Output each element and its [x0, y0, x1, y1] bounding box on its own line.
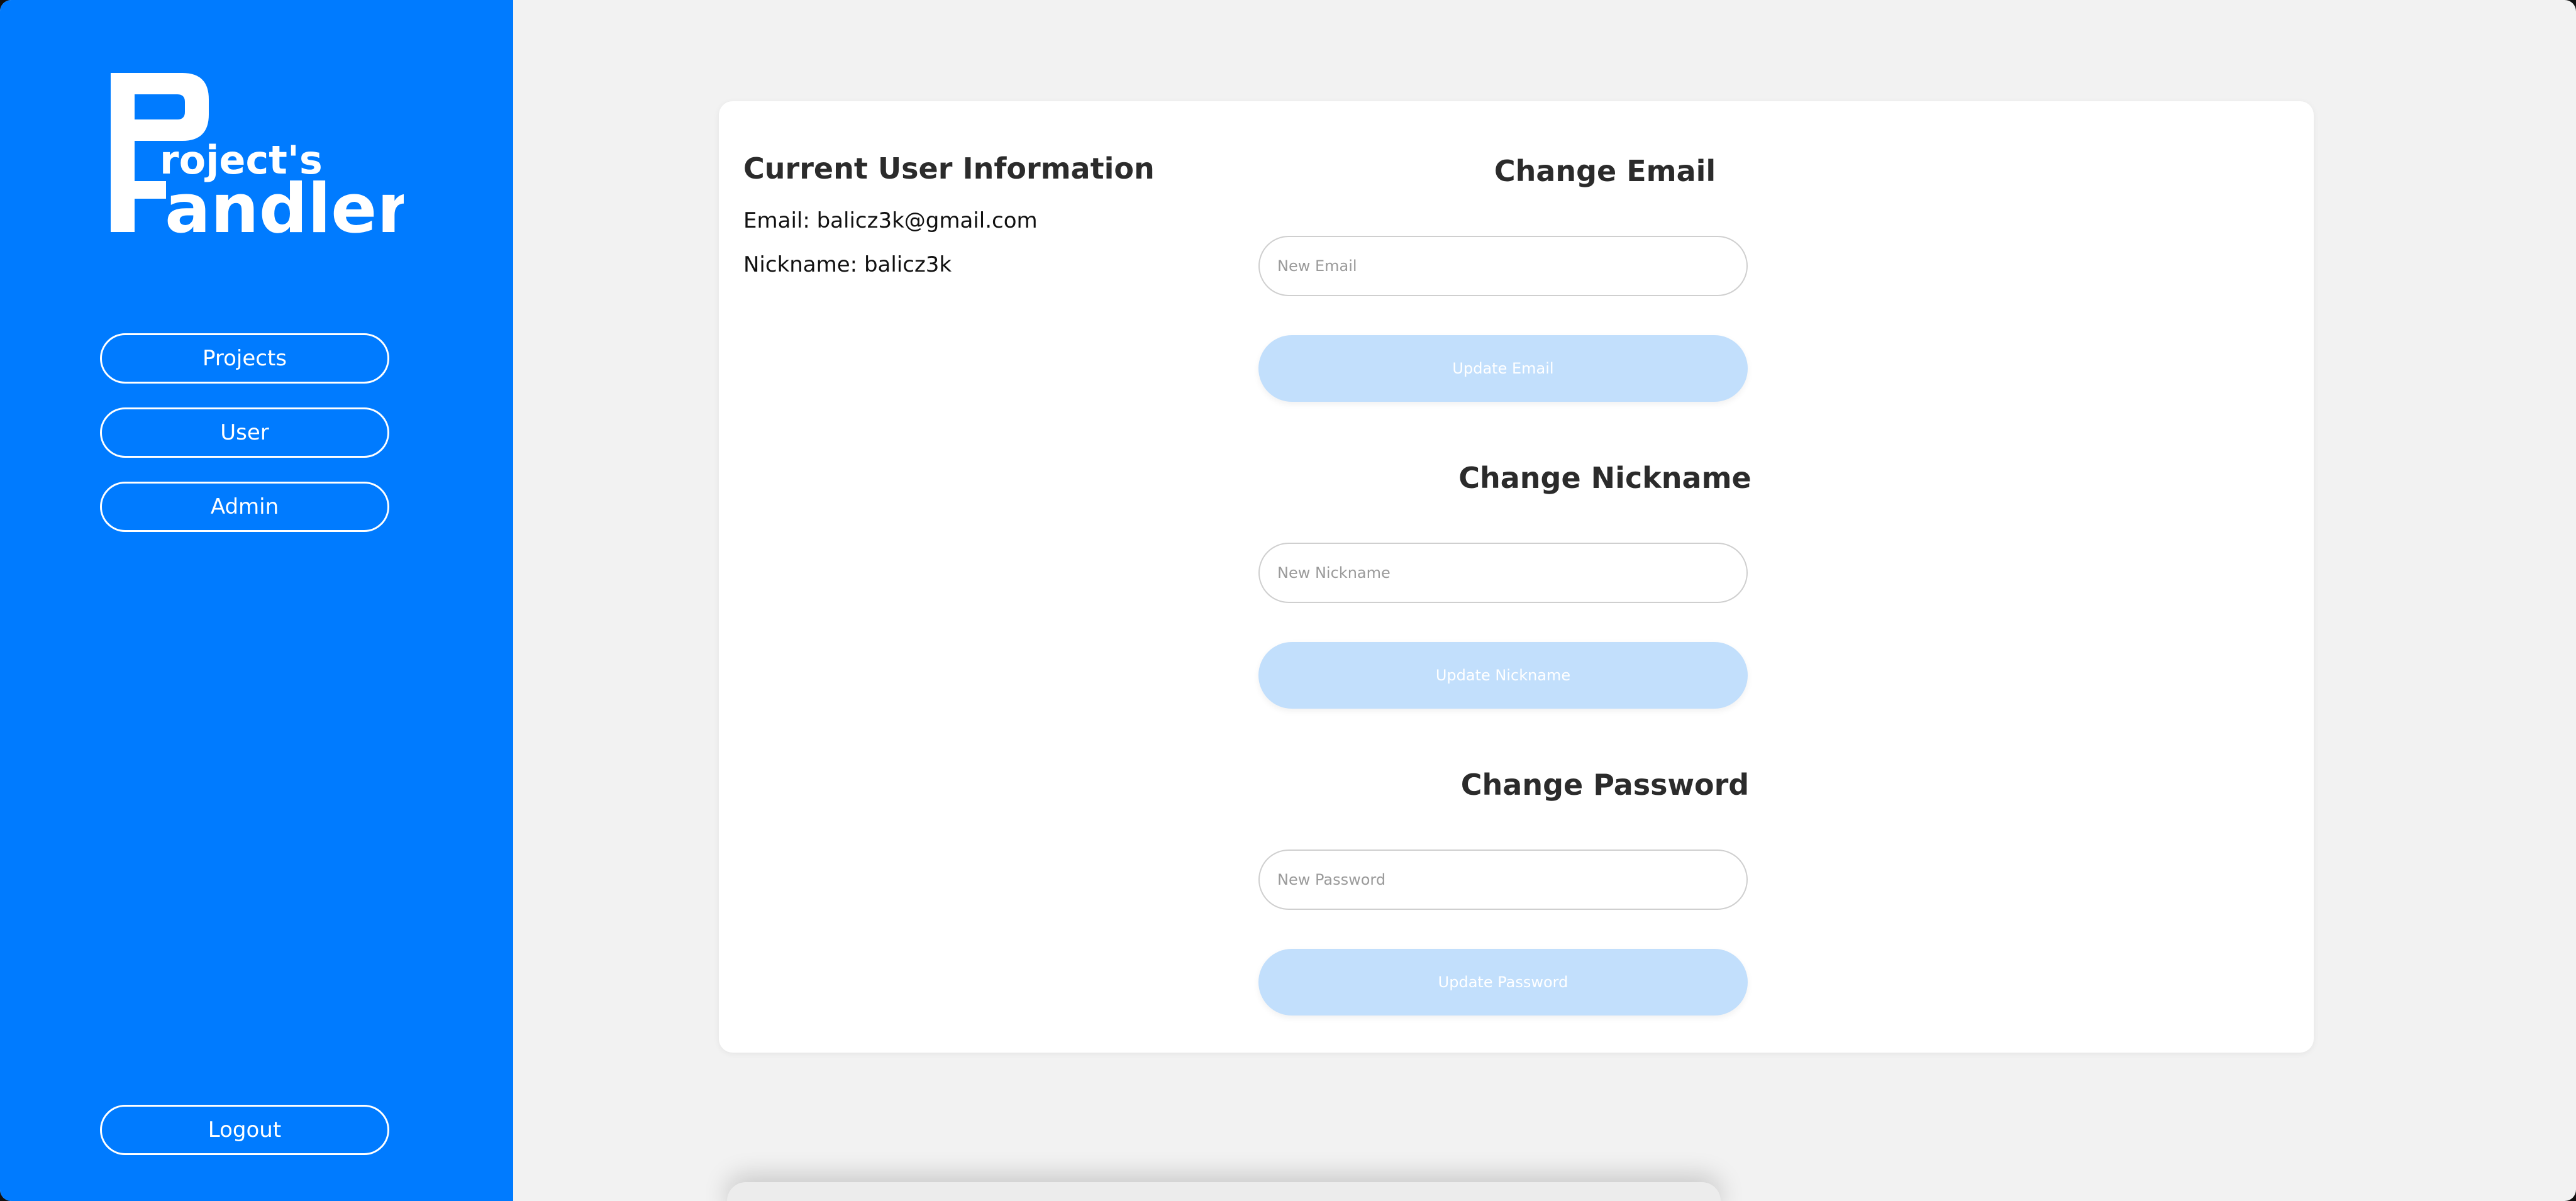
settings-forms: Change Email Update Email Change Nicknam… [1258, 152, 1963, 1072]
change-nickname-section: Change Nickname Update Nickname [1258, 458, 1963, 765]
app-logo: roject's andler [111, 73, 404, 236]
app-window: roject's andler Projects User Admin Logo… [0, 0, 2576, 1201]
current-user-info: Current User Information Email: balicz3k… [743, 152, 1221, 296]
update-nickname-button[interactable]: Update Nickname [1258, 642, 1748, 709]
change-email-section: Change Email Update Email [1258, 152, 1963, 458]
current-nickname: Nickname: balicz3k [743, 252, 952, 277]
new-password-input[interactable] [1258, 850, 1748, 910]
change-password-title: Change Password [1460, 768, 1750, 802]
update-email-button[interactable]: Update Email [1258, 335, 1748, 402]
new-email-input[interactable] [1258, 236, 1748, 296]
current-user-title: Current User Information [743, 152, 1155, 185]
main-content: Current User Information Email: balicz3k… [513, 0, 2576, 1201]
update-password-button[interactable]: Update Password [1258, 949, 1748, 1016]
user-settings-card: Current User Information Email: balicz3k… [719, 101, 2314, 1053]
svg-text:andler: andler [165, 170, 404, 236]
logout-button[interactable]: Logout [100, 1105, 389, 1155]
current-email: Email: balicz3k@gmail.com [743, 208, 1038, 233]
nav-user-button[interactable]: User [100, 407, 389, 458]
nav-admin-button[interactable]: Admin [100, 482, 389, 532]
sidebar-nav: Projects User Admin [100, 333, 389, 556]
sidebar: roject's andler Projects User Admin Logo… [0, 0, 513, 1201]
change-email-title: Change Email [1494, 154, 1716, 188]
bottom-panel-edge [727, 1182, 1721, 1201]
change-nickname-title: Change Nickname [1458, 461, 1752, 495]
nav-projects-button[interactable]: Projects [100, 333, 389, 384]
change-password-section: Change Password Update Password [1258, 765, 1963, 1072]
new-nickname-input[interactable] [1258, 543, 1748, 603]
